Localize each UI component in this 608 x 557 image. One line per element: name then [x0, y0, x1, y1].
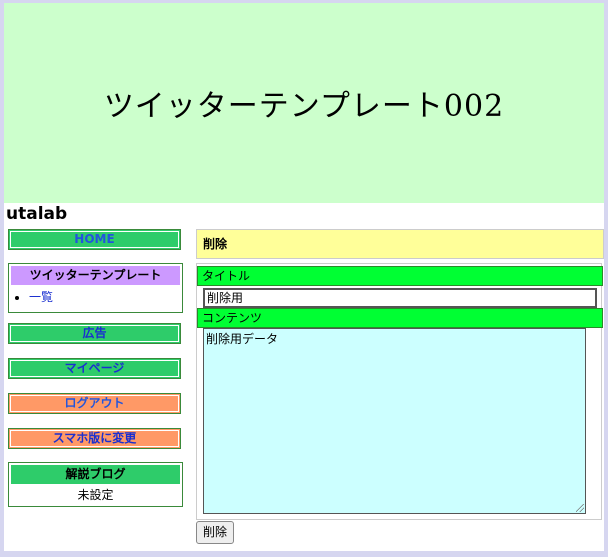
- blog-box-title: 解説ブログ: [11, 465, 180, 484]
- list-item: 一覧: [29, 288, 182, 305]
- blog-box-value: 未設定: [77, 488, 114, 502]
- mobile-switch-button[interactable]: スマホ版に変更: [8, 428, 181, 449]
- delete-form: タイトル 削除用 コンテンツ 削除用データ: [196, 263, 603, 520]
- twitter-template-box: ツイッターテンプレート 一覧: [8, 263, 183, 313]
- banner-title: ツイッターテンプレート002: [103, 89, 505, 124]
- header-banner: ツイッターテンプレート002: [4, 3, 604, 203]
- mypage-button[interactable]: マイページ: [8, 358, 181, 379]
- twitter-template-list: 一覧: [9, 288, 182, 305]
- delete-button[interactable]: 削除: [196, 521, 235, 544]
- twitter-template-title: ツイッターテンプレート: [11, 266, 180, 285]
- content-text: 削除用データ: [206, 332, 279, 346]
- ad-button[interactable]: 広告: [8, 323, 181, 344]
- page-title: 削除: [196, 229, 604, 259]
- content-field-label: コンテンツ: [197, 308, 603, 328]
- home-button[interactable]: HOME: [8, 229, 181, 250]
- logout-button[interactable]: ログアウト: [8, 393, 181, 414]
- page-container: ツイッターテンプレート002 utalab HOME ツイッターテンプレート 一…: [4, 3, 604, 551]
- blog-box: 解説ブログ 未設定: [8, 462, 183, 507]
- title-input[interactable]: 削除用: [203, 288, 597, 308]
- resize-handle-icon[interactable]: [576, 504, 584, 512]
- title-field-label: タイトル: [197, 266, 603, 286]
- content-textarea[interactable]: 削除用データ: [203, 328, 586, 514]
- list-link[interactable]: 一覧: [29, 290, 53, 304]
- site-name: utalab: [6, 204, 68, 224]
